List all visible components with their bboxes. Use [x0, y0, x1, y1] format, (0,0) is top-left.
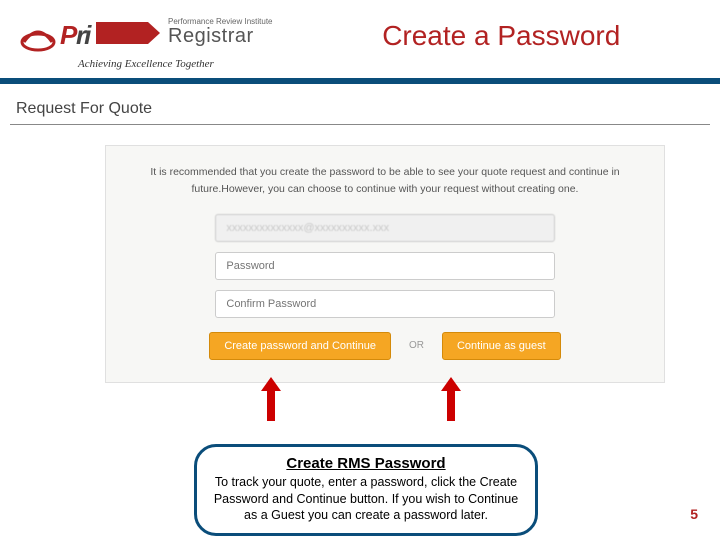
pri-logo: P ri	[20, 18, 160, 54]
page-number: 5	[690, 506, 698, 522]
annotation-arrows	[105, 383, 665, 423]
create-password-button[interactable]: Create password and Continue	[209, 332, 391, 360]
instruction-callout: Create RMS Password To track your quote,…	[194, 444, 538, 536]
email-field[interactable]	[215, 214, 554, 242]
svg-text:ri: ri	[76, 20, 92, 50]
arrow-up-icon	[447, 389, 455, 421]
tagline: Achieving Excellence Together	[78, 58, 214, 70]
arrow-up-icon	[267, 389, 275, 421]
password-form: It is recommended that you create the pa…	[105, 145, 665, 383]
slide-header: P ri Performance Review Institute Regist…	[0, 0, 720, 62]
section-title: Request For Quote	[10, 96, 710, 125]
pri-logo-icon: P ri	[20, 18, 160, 54]
password-field[interactable]	[215, 252, 554, 280]
continue-guest-button[interactable]: Continue as guest	[442, 332, 561, 360]
slide-title: Create a Password	[273, 20, 701, 52]
callout-title: Create RMS Password	[211, 455, 521, 472]
form-instruction: It is recommended that you create the pa…	[128, 164, 642, 198]
callout-body: To track your quote, enter a password, c…	[211, 474, 521, 523]
button-row: Create password and Continue OR Continue…	[128, 332, 642, 360]
logo-block: P ri Performance Review Institute Regist…	[20, 18, 273, 54]
registrar-wordmark: Registrar	[168, 26, 273, 46]
logo-text-block: Performance Review Institute Registrar	[168, 18, 273, 46]
content-area: Request For Quote It is recommended that…	[0, 84, 720, 423]
or-separator: OR	[409, 340, 424, 351]
confirm-password-field[interactable]	[215, 290, 554, 318]
